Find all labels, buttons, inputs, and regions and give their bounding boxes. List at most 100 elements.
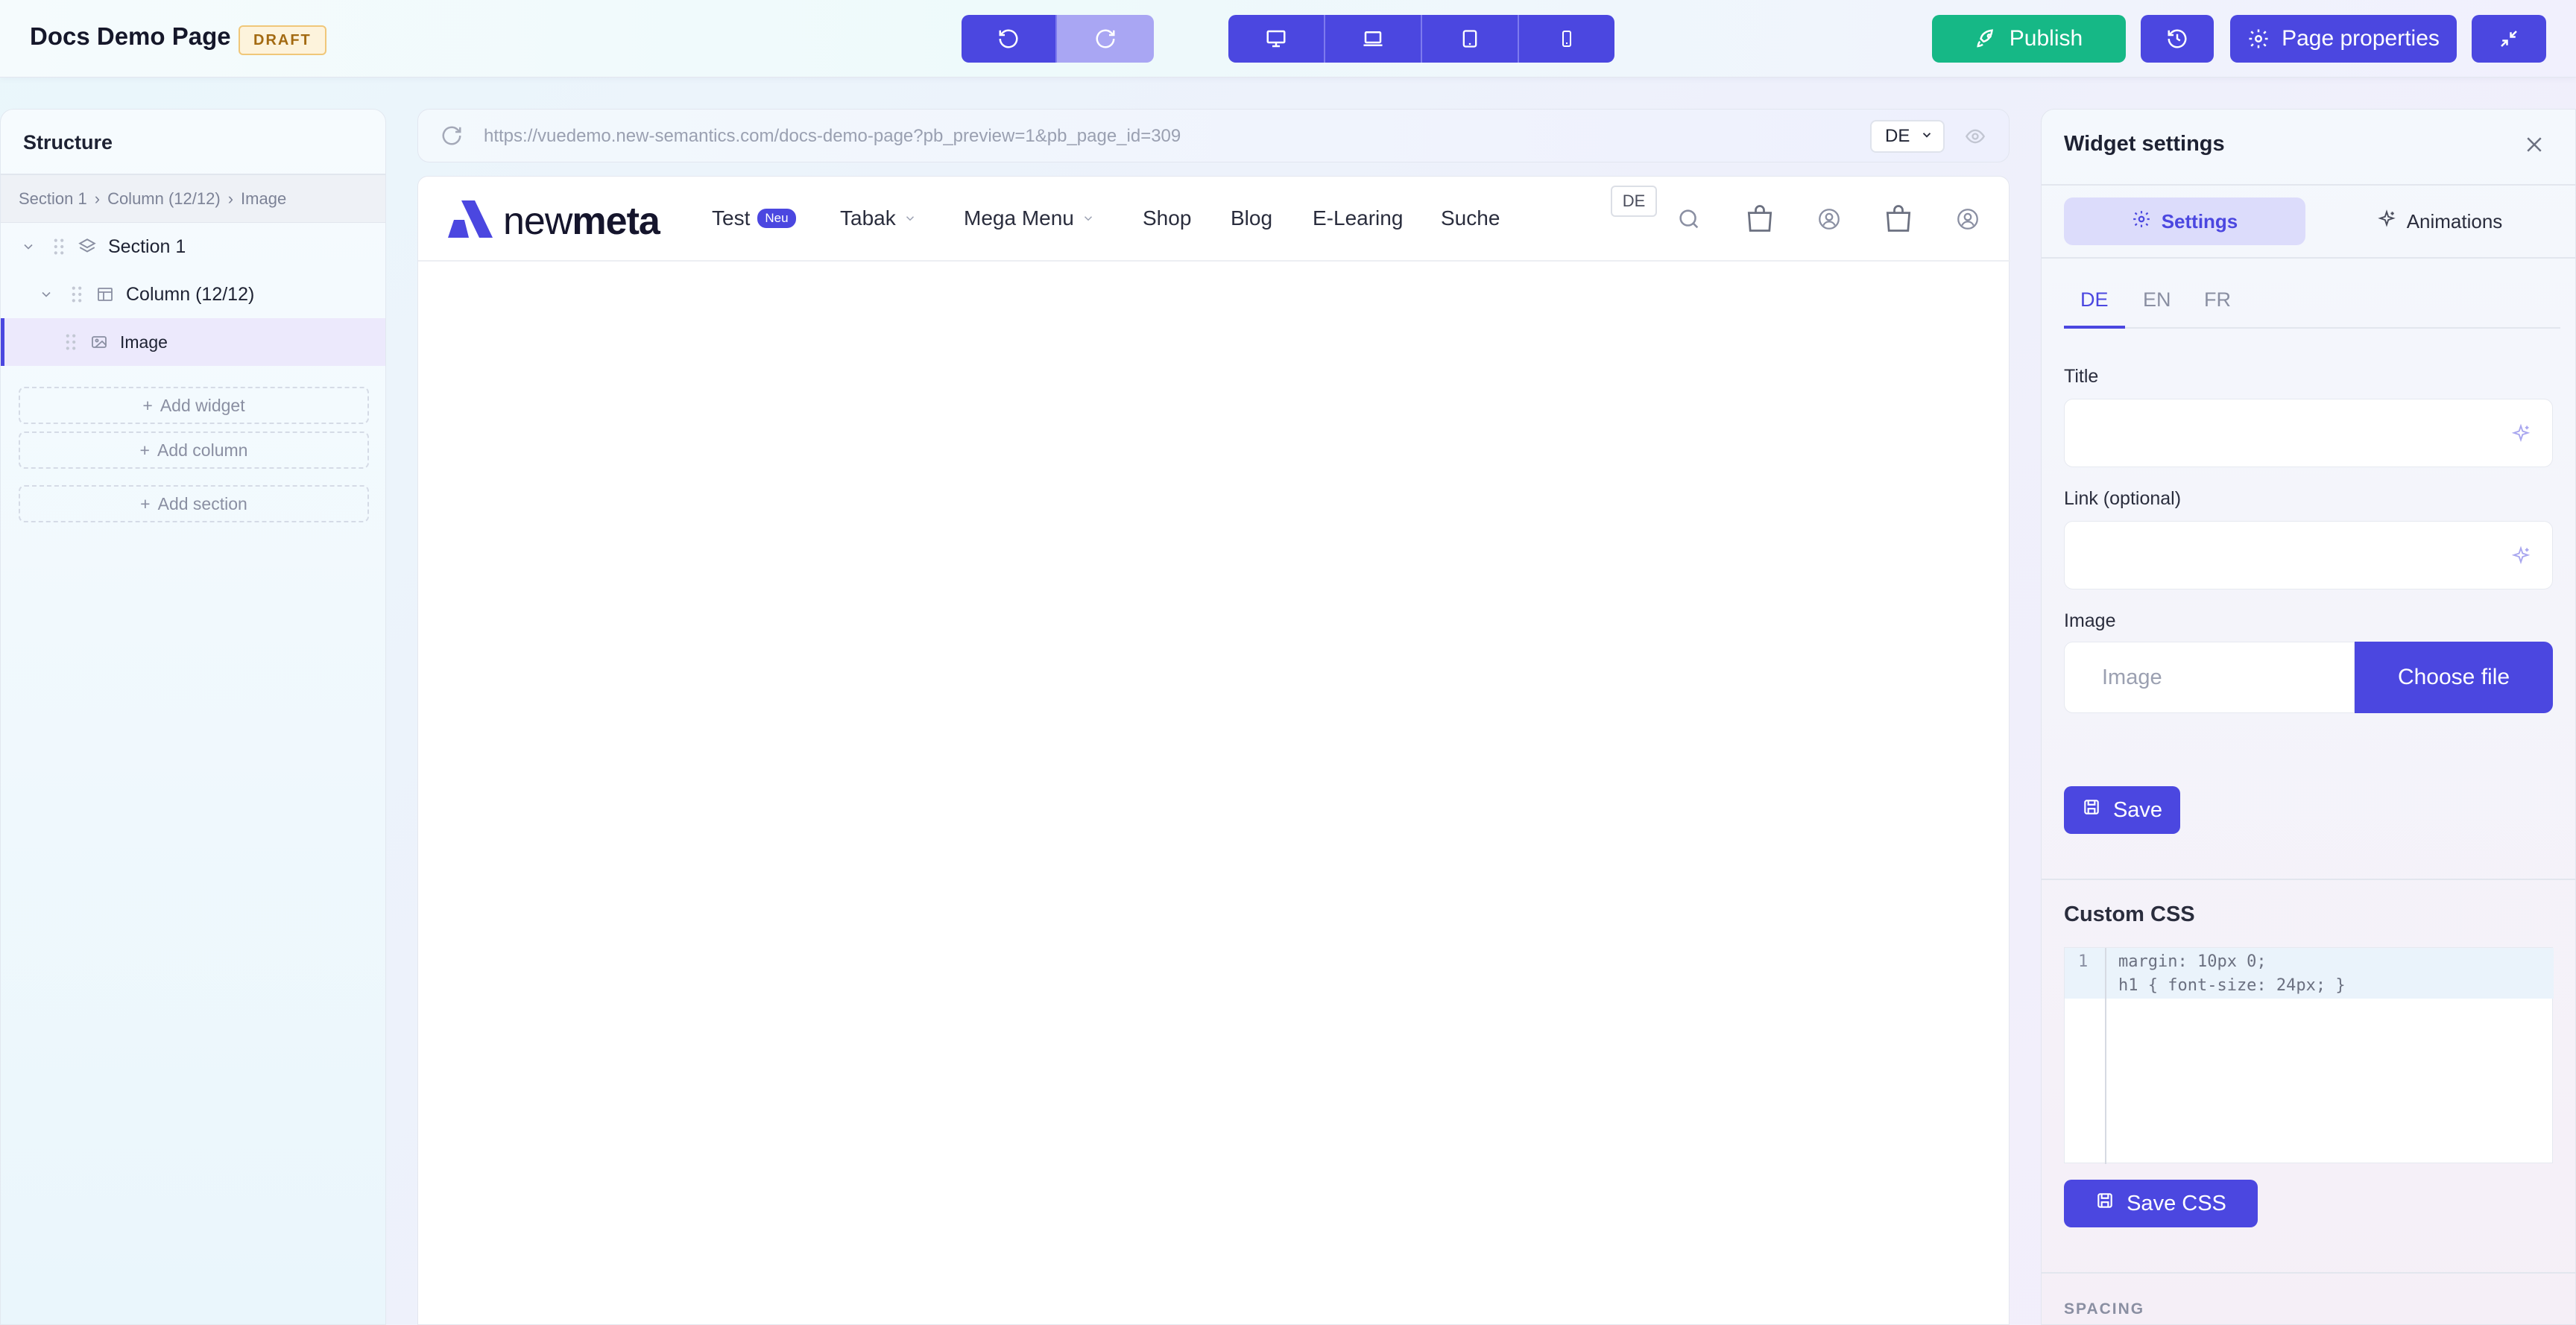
breadcrumb-separator: › — [94, 189, 101, 208]
chevron-down-icon — [1082, 206, 1095, 230]
preview-url-bar: https://vuedemo.new-semantics.com/docs-d… — [417, 109, 2010, 162]
newmeta-logo-icon — [446, 197, 496, 244]
search-icon[interactable] — [1676, 206, 1702, 235]
title-field[interactable] — [2064, 399, 2553, 467]
site-logo[interactable]: newmeta — [446, 197, 660, 244]
shopping-bag-icon[interactable] — [1882, 200, 1915, 240]
plus-icon: + — [140, 493, 151, 513]
site-nav-elearning[interactable]: E-Learing — [1313, 206, 1403, 230]
drag-handle-icon[interactable] — [51, 238, 66, 256]
tablet-icon — [1459, 28, 1480, 50]
site-nav-suche[interactable]: Suche — [1441, 206, 1500, 230]
site-language-switch[interactable]: DE — [1611, 186, 1657, 217]
publish-button[interactable]: Publish — [1932, 15, 2126, 63]
device-desktop-button[interactable] — [1228, 15, 1325, 63]
lang-tab-fr[interactable]: FR — [2204, 288, 2231, 312]
divider — [2042, 184, 2575, 186]
tree-item-label: Section 1 — [108, 235, 186, 257]
add-section-button[interactable]: + Add section — [19, 485, 369, 522]
drag-handle-icon[interactable] — [63, 333, 78, 351]
preview-language-select[interactable]: DE — [1870, 120, 1945, 153]
tree-item-column[interactable]: Column (12/12) — [1, 271, 385, 318]
page-title: Docs Demo Page — [30, 22, 231, 50]
plus-icon: + — [139, 440, 150, 460]
desktop-icon — [1265, 28, 1287, 50]
preview-url[interactable]: https://vuedemo.new-semantics.com/docs-d… — [484, 126, 1181, 147]
redo-button[interactable] — [1057, 15, 1154, 63]
image-field-label: Image — [2064, 610, 2116, 631]
breadcrumb-item[interactable]: Column (12/12) — [107, 189, 221, 209]
close-icon[interactable] — [2523, 133, 2545, 159]
sparkles-icon — [2377, 209, 2396, 234]
lang-tab-de[interactable]: DE — [2080, 288, 2109, 312]
history-icon — [2166, 28, 2188, 50]
save-css-label: Save CSS — [2127, 1191, 2226, 1215]
site-nav-tabak[interactable]: Tabak — [840, 206, 917, 230]
rocket-icon — [1975, 28, 1998, 50]
nav-label: Tabak — [840, 206, 896, 230]
ai-sparkle-icon[interactable] — [2510, 423, 2531, 448]
page-properties-label: Page properties — [2282, 26, 2440, 51]
link-field[interactable] — [2064, 521, 2553, 589]
device-tablet-button[interactable] — [1422, 15, 1519, 63]
breadcrumb-item[interactable]: Image — [241, 189, 286, 209]
add-section-label: Add section — [157, 493, 247, 513]
history-button[interactable] — [2141, 15, 2214, 63]
image-path-input[interactable]: Image — [2064, 642, 2355, 713]
save-icon — [2082, 797, 2101, 823]
choose-file-button[interactable]: Choose file — [2355, 642, 2553, 713]
image-icon — [89, 333, 110, 351]
layers-icon — [77, 237, 98, 256]
link-field-label: Link (optional) — [2064, 488, 2182, 509]
divider — [2064, 327, 2560, 329]
divider — [2042, 879, 2575, 880]
structure-title: Structure — [1, 110, 385, 175]
site-nav-mega-menu[interactable]: Mega Menu — [964, 206, 1095, 230]
line-gutter — [2065, 948, 2106, 1164]
user-icon[interactable] — [1816, 206, 1842, 235]
user-icon[interactable] — [1955, 206, 1980, 235]
site-nav-shop[interactable]: Shop — [1143, 206, 1191, 230]
css-code-editor[interactable]: 1 margin: 10px 0; h1 { font-size: 24px; … — [2064, 947, 2554, 1164]
collapse-button[interactable] — [2472, 15, 2546, 63]
device-laptop-button[interactable] — [1325, 15, 1422, 63]
ai-sparkle-icon[interactable] — [2510, 546, 2531, 570]
save-icon — [2095, 1191, 2115, 1216]
nav-label: Mega Menu — [964, 206, 1074, 230]
chevron-down-icon[interactable] — [19, 239, 38, 254]
page-properties-button[interactable]: Page properties — [2230, 15, 2457, 63]
add-widget-button[interactable]: + Add widget — [19, 387, 369, 424]
refresh-icon[interactable] — [441, 124, 463, 151]
divider — [2042, 257, 2575, 259]
save-css-button[interactable]: Save CSS — [2064, 1180, 2258, 1227]
nav-label: Test — [712, 206, 751, 230]
tree-item-image[interactable]: Image — [1, 318, 385, 366]
code-line: h1 { font-size: 24px; } — [2118, 976, 2346, 995]
lang-tab-en[interactable]: EN — [2143, 288, 2171, 312]
site-nav-blog[interactable]: Blog — [1231, 206, 1272, 230]
add-column-button[interactable]: + Add column — [19, 431, 369, 469]
mobile-icon — [1558, 28, 1576, 50]
page-preview: newmeta Test Neu Tabak Mega Menu Shop Bl… — [417, 176, 2010, 1325]
title-field-label: Title — [2064, 366, 2099, 387]
undo-button[interactable] — [962, 15, 1057, 63]
shopping-bag-icon[interactable] — [1743, 200, 1776, 240]
laptop-icon — [1361, 28, 1385, 50]
breadcrumb-item[interactable]: Section 1 — [19, 189, 87, 209]
tree-item-label: Column (12/12) — [126, 283, 255, 305]
drag-handle-icon[interactable] — [69, 285, 84, 303]
save-button[interactable]: Save — [2064, 786, 2180, 834]
eye-icon[interactable] — [1964, 126, 1986, 151]
tab-animations[interactable]: Animations — [2319, 197, 2560, 245]
tree-item-section[interactable]: Section 1 — [1, 223, 385, 271]
line-number: 1 — [2078, 952, 2089, 971]
custom-css-title: Custom CSS — [2064, 902, 2195, 926]
layout-icon — [95, 285, 116, 303]
gear-icon — [2132, 209, 2151, 234]
redo-icon — [1094, 28, 1117, 50]
tab-settings[interactable]: Settings — [2064, 197, 2305, 245]
device-mobile-button[interactable] — [1519, 15, 1614, 63]
chevron-down-icon[interactable] — [37, 287, 56, 302]
site-nav-test[interactable]: Test Neu — [712, 206, 796, 230]
divider — [2042, 1272, 2575, 1274]
